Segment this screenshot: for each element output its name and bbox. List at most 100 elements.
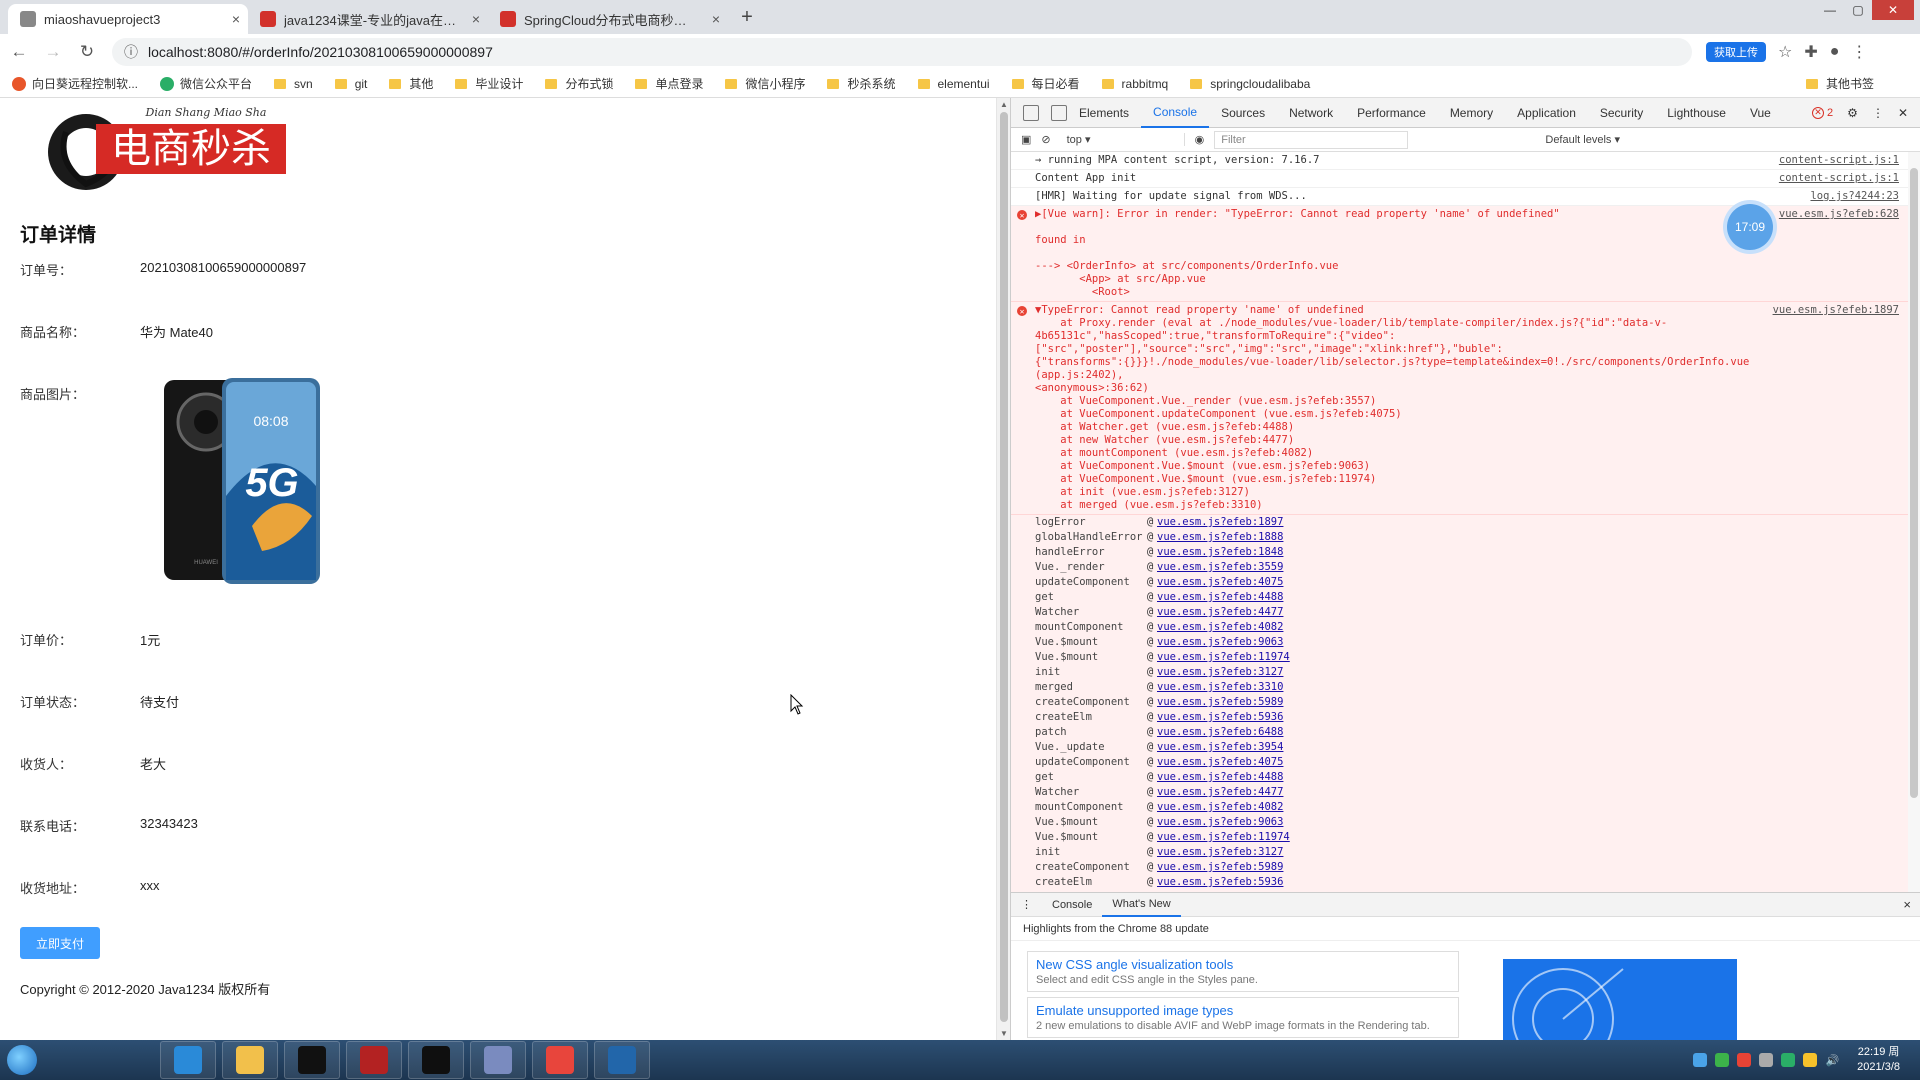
device-toolbar-icon[interactable] [1051,104,1067,121]
devtools-tab[interactable]: Console [1141,98,1210,128]
bookmark-item[interactable]: 每日必看 [1011,75,1080,92]
drawer-menu-icon[interactable]: ⋮ [1011,898,1042,911]
stack-link[interactable]: vue.esm.js?efeb:4477 [1157,786,1283,799]
volume-icon[interactable]: 🔊 [1825,1054,1839,1067]
browser-tab[interactable]: SpringCloud分布式电商秒杀系统 × [488,4,728,34]
bookmark-item[interactable]: 微信公众平台 [160,75,252,92]
console-source-link[interactable]: content-script.js:1 [1779,154,1899,167]
console-scrollbar[interactable] [1908,152,1920,892]
shield-icon[interactable] [1715,1053,1730,1067]
qq-icon[interactable] [1803,1053,1818,1067]
eye-icon[interactable]: ◉ [1195,133,1205,146]
maximize-button[interactable]: ▢ [1844,0,1872,20]
devtools-tab[interactable]: Lighthouse [1655,98,1738,128]
stack-link[interactable]: vue.esm.js?efeb:11974 [1157,651,1290,664]
stack-link[interactable]: vue.esm.js?efeb:3310 [1157,681,1283,694]
star-icon[interactable]: ☆ [1778,42,1792,62]
inspect-icon[interactable] [1023,104,1039,121]
stack-link[interactable]: vue.esm.js?efeb:9063 [1157,636,1283,649]
bookmark-item[interactable]: rabbitmq [1101,77,1168,91]
devtools-tab[interactable]: Security [1588,98,1655,128]
stack-link[interactable]: vue.esm.js?efeb:4082 [1157,621,1283,634]
taskbar-app-tortoise[interactable] [594,1041,650,1079]
antivirus-icon[interactable] [1737,1053,1752,1067]
new-tab-button[interactable]: + [734,4,760,30]
wechat-icon[interactable] [1781,1053,1796,1067]
error-count-badge[interactable]: ✕ 2 [1812,106,1833,119]
bookmark-item[interactable]: 分布式锁 [545,75,613,92]
taskbar-app-ie[interactable] [160,1041,216,1079]
window-close-button[interactable]: ✕ [1872,0,1914,20]
devtools-tab[interactable]: Memory [1438,98,1505,128]
stack-link[interactable]: vue.esm.js?efeb:5989 [1157,696,1283,709]
bookmark-item[interactable]: springcloudalibaba [1190,77,1310,91]
context-selector[interactable]: top ▾ [1061,133,1185,146]
info-icon[interactable]: ⓘ [124,42,138,62]
devtools-tab[interactable]: Vue [1738,98,1783,128]
scroll-up-icon[interactable]: ▲ [1000,100,1008,109]
whats-new-card[interactable]: New CSS angle visualization tools Select … [1027,951,1459,992]
bookmark-item[interactable]: 单点登录 [635,75,703,92]
taskbar-app-intellij[interactable] [284,1041,340,1079]
console-source-link[interactable]: vue.esm.js?efeb:1897 [1773,304,1899,512]
bookmark-item[interactable]: 向日葵远程控制软... [12,75,138,92]
log-levels-dropdown[interactable]: Default levels ▾ [1545,133,1620,146]
close-devtools-icon[interactable]: ✕ [1898,106,1908,120]
start-button[interactable] [0,1040,44,1080]
devtools-tab[interactable]: Performance [1345,98,1438,128]
taskbar-app-webstorm[interactable] [408,1041,464,1079]
profile-pill[interactable]: 获取上传 [1706,42,1766,62]
stack-link[interactable]: vue.esm.js?efeb:1888 [1157,531,1283,544]
display-icon[interactable] [1759,1053,1774,1067]
stack-link[interactable]: vue.esm.js?efeb:4082 [1157,801,1283,814]
stack-link[interactable]: vue.esm.js?efeb:4488 [1157,591,1283,604]
extension-icon[interactable]: ✚ [1804,42,1817,62]
stack-link[interactable]: vue.esm.js?efeb:3127 [1157,666,1283,679]
stack-link[interactable]: vue.esm.js?efeb:4075 [1157,756,1283,769]
browser-tab[interactable]: java1234课堂-专业的java在线教 × [248,4,488,34]
stack-link[interactable]: vue.esm.js?efeb:4488 [1157,771,1283,784]
stack-link[interactable]: vue.esm.js?efeb:9063 [1157,816,1283,829]
floating-timer-bubble[interactable]: 17:09 [1727,204,1773,250]
console-source-link[interactable]: content-script.js:1 [1779,172,1899,185]
whats-new-card[interactable]: Emulate unsupported image types 2 new emu… [1027,997,1459,1038]
bookmark-item[interactable]: 秒杀系统 [827,75,896,92]
stack-link[interactable]: vue.esm.js?efeb:3559 [1157,561,1283,574]
stack-link[interactable]: vue.esm.js?efeb:1848 [1157,546,1283,559]
stack-link[interactable]: vue.esm.js?efeb:5936 [1157,876,1283,889]
devtools-tab[interactable]: Network [1277,98,1345,128]
close-drawer-icon[interactable]: × [1903,897,1911,912]
pay-now-button[interactable]: 立即支付 [20,927,100,959]
taskbar-app-feather[interactable] [470,1041,526,1079]
tab-close-icon[interactable]: × [472,11,480,27]
scroll-down-icon[interactable]: ▼ [1000,1029,1008,1038]
network-icon[interactable] [1693,1053,1708,1067]
bookmark-item[interactable]: elementui [917,77,990,91]
bookmark-item[interactable]: git [334,77,367,91]
devtools-tab[interactable]: Application [1505,98,1588,128]
console-source-link[interactable]: log.js?4244:23 [1810,190,1899,203]
browser-tab[interactable]: miaoshavueproject3 × [8,4,248,34]
clock[interactable]: 22:19 周 2021/3/8 [1857,1045,1900,1075]
console-filter-input[interactable]: Filter [1214,130,1409,149]
settings-gear-icon[interactable]: ⚙ [1847,106,1858,120]
account-icon[interactable]: ● [1830,43,1840,61]
minimize-button[interactable]: — [1816,0,1844,20]
console-source-link[interactable]: vue.esm.js?efeb:628 [1779,208,1899,299]
stack-link[interactable]: vue.esm.js?efeb:5989 [1157,861,1283,874]
console-scrollbar-thumb[interactable] [1910,168,1918,798]
sidebar-toggle-icon[interactable]: ▣ [1021,133,1031,146]
bookmark-item[interactable]: svn [274,77,313,91]
stack-link[interactable]: vue.esm.js?efeb:4477 [1157,606,1283,619]
more-menu-icon[interactable]: ⋮ [1872,106,1884,120]
stack-link[interactable]: vue.esm.js?efeb:3127 [1157,846,1283,859]
stack-link[interactable]: vue.esm.js?efeb:1897 [1157,516,1283,529]
drawer-tab[interactable]: What's New [1102,893,1181,917]
drawer-tab[interactable]: Console [1042,899,1102,911]
devtools-tab[interactable]: Elements [1067,98,1141,128]
bookmark-item[interactable]: 毕业设计 [455,75,523,92]
stack-link[interactable]: vue.esm.js?efeb:6488 [1157,726,1283,739]
scrollbar-thumb[interactable] [1000,112,1008,1022]
stack-link[interactable]: vue.esm.js?efeb:11974 [1157,831,1290,844]
stack-link[interactable]: vue.esm.js?efeb:4075 [1157,576,1283,589]
